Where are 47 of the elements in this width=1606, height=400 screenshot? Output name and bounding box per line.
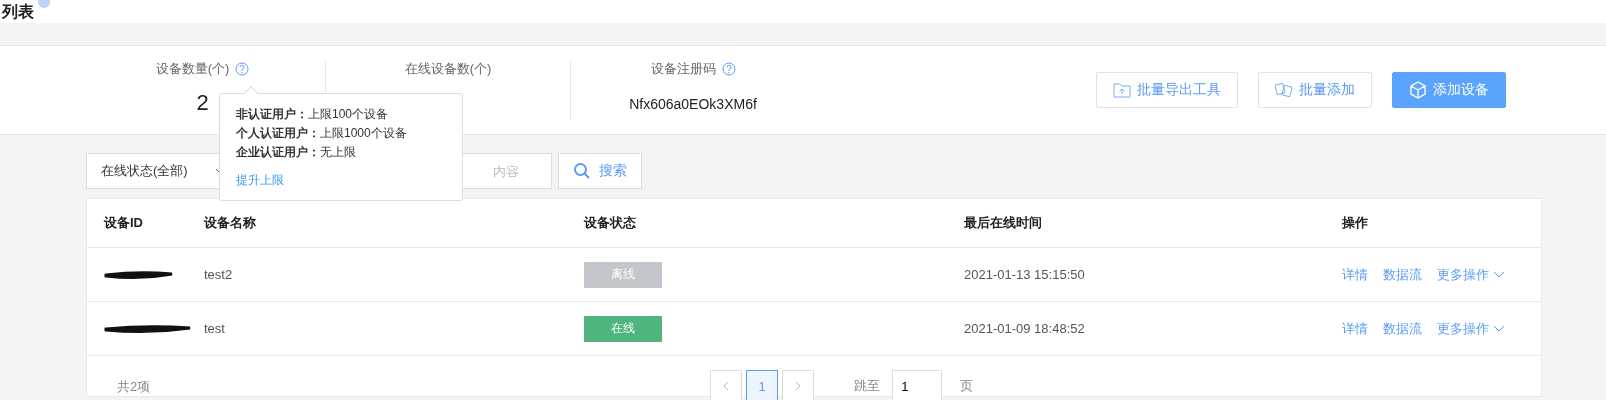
search-button[interactable]: 搜索 xyxy=(558,153,642,189)
status-badge: 离线 xyxy=(584,261,662,288)
action-link[interactable]: 详情 xyxy=(1342,319,1368,338)
status-badge: 在线 xyxy=(584,315,662,342)
action-button[interactable]: 批量导出工具 xyxy=(1096,72,1238,108)
action-button[interactable]: 添加设备 xyxy=(1392,72,1506,108)
folder-upload-icon xyxy=(1113,82,1131,98)
action-link[interactable]: 更多操作 xyxy=(1437,265,1505,284)
chevron-down-icon xyxy=(1493,325,1505,332)
page-button[interactable]: 1 xyxy=(746,370,779,400)
action-link[interactable]: 数据流 xyxy=(1383,319,1422,338)
stat-value: 2 xyxy=(196,90,209,116)
upgrade-link[interactable]: 提升上限 xyxy=(236,172,462,189)
prev-page-button[interactable] xyxy=(710,370,743,400)
next-page-button[interactable] xyxy=(782,370,815,400)
stat-value: Nfx606a0EOk3XM6f xyxy=(629,96,757,112)
tooltip-line: 非认证用户：上限100个设备 xyxy=(236,106,390,122)
page-title: 列表 xyxy=(2,2,34,22)
action-link[interactable]: 数据流 xyxy=(1383,265,1422,284)
device-name: test2 xyxy=(204,267,234,282)
search-icon xyxy=(573,162,591,180)
column-header: 设备状态 xyxy=(584,214,637,232)
jump-label: 跳至 xyxy=(854,377,881,395)
column-header: 操作 xyxy=(1342,214,1369,232)
last-online-time: 2021-01-13 15:15:50 xyxy=(964,267,1086,282)
page-input[interactable]: 1 xyxy=(892,370,943,400)
chevron-right-icon xyxy=(795,381,802,391)
cube-icon xyxy=(1409,81,1427,99)
device-name: test xyxy=(204,321,226,336)
stat-label: 在线设备数(个) xyxy=(404,60,492,78)
column-header: 最后在线时间 xyxy=(964,214,1043,232)
last-online-time: 2021-01-09 18:48:52 xyxy=(964,321,1086,336)
page-suffix: 页 xyxy=(960,377,974,395)
stat-label: 设备注册码 xyxy=(650,60,716,78)
tooltip-line: 企业认证用户：无上限 xyxy=(236,144,357,160)
stat-label: 设备数量(个) xyxy=(155,60,230,78)
action-link[interactable]: 更多操作 xyxy=(1437,319,1505,338)
column-header: 设备名称 xyxy=(204,214,257,232)
action-button[interactable]: 批量添加 xyxy=(1258,72,1372,108)
chevron-left-icon xyxy=(723,381,730,391)
copy-icon xyxy=(1275,82,1293,98)
redaction-mark xyxy=(104,269,174,280)
action-link[interactable]: 详情 xyxy=(1342,265,1368,284)
column-header: 设备ID xyxy=(104,214,144,232)
total-count: 共2项 xyxy=(117,378,151,396)
chevron-down-icon xyxy=(1493,271,1505,278)
tooltip-line: 个人认证用户：上限1000个设备 xyxy=(236,125,408,141)
